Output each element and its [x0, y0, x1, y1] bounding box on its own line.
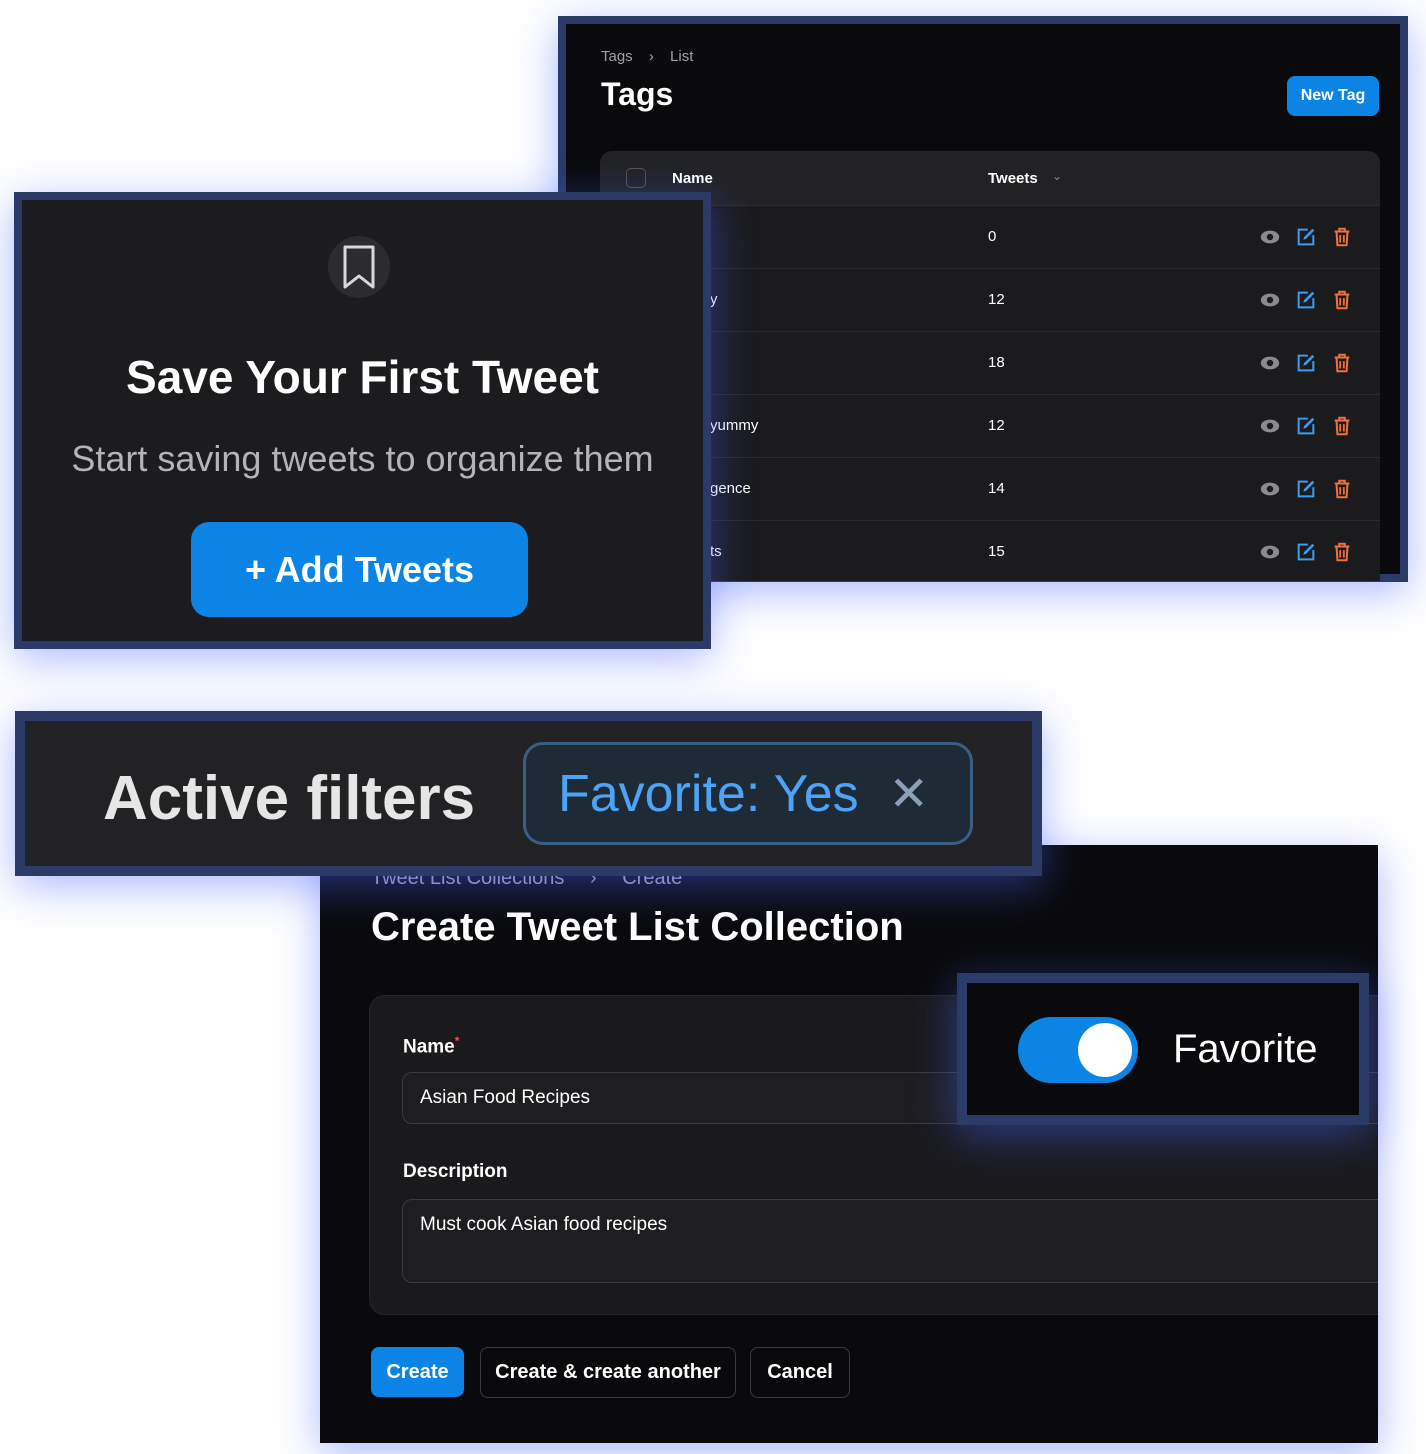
empty-subtitle: Start saving tweets to organize them [71, 438, 654, 479]
edit-icon[interactable] [1295, 415, 1317, 437]
empty-title: Save Your First Tweet [126, 351, 599, 403]
view-icon[interactable] [1259, 289, 1281, 311]
table-row: yummy 12 [600, 394, 1380, 457]
empty-state-panel: Save Your First Tweet Start saving tweet… [14, 192, 711, 649]
breadcrumb-tags[interactable]: Tags [601, 48, 633, 65]
table-row: 0 [600, 205, 1380, 268]
tag-name: y [710, 291, 718, 308]
favorite-toggle[interactable] [1018, 1017, 1138, 1083]
view-icon[interactable] [1259, 226, 1281, 248]
tweet-count: 12 [988, 291, 1005, 308]
cancel-button[interactable]: Cancel [750, 1347, 850, 1398]
tweet-count: 18 [988, 354, 1005, 371]
delete-icon[interactable] [1331, 415, 1353, 437]
column-tweets[interactable]: Tweets [988, 170, 1038, 187]
tag-name: gence [710, 480, 751, 497]
create-collection-panel: Tweet List Collections › Create Create T… [320, 845, 1378, 1443]
tag-name: ts [710, 543, 722, 560]
breadcrumb: Tags › List [601, 48, 693, 65]
edit-icon[interactable] [1295, 289, 1317, 311]
select-all-checkbox[interactable] [626, 168, 646, 188]
delete-icon[interactable] [1331, 226, 1353, 248]
favorite-toggle-panel: Favorite [957, 973, 1369, 1125]
tweet-count: 12 [988, 417, 1005, 434]
table-header: Name Tweets ⌄ [600, 151, 1380, 205]
delete-icon[interactable] [1331, 478, 1353, 500]
view-icon[interactable] [1259, 478, 1281, 500]
new-tag-button[interactable]: New Tag [1287, 76, 1379, 116]
delete-icon[interactable] [1331, 541, 1353, 563]
name-label-text: Name [403, 1036, 455, 1058]
delete-icon[interactable] [1331, 289, 1353, 311]
edit-icon[interactable] [1295, 541, 1317, 563]
add-tweets-button[interactable]: + Add Tweets [191, 522, 528, 617]
page-title: Create Tweet List Collection [371, 905, 904, 949]
view-icon[interactable] [1259, 415, 1281, 437]
description-label: Description [403, 1161, 508, 1182]
filter-chip-label: Favorite: Yes [558, 764, 859, 823]
table-row: 18 [600, 331, 1380, 394]
table-row: y 12 [600, 268, 1380, 331]
filter-chip: Favorite: Yes ✕ [523, 742, 973, 845]
tweet-count: 0 [988, 228, 997, 245]
page-title: Tags [601, 76, 674, 112]
tag-name: yummy [710, 417, 759, 434]
table-row: ts 15 [600, 520, 1380, 581]
table-row: gence 14 [600, 457, 1380, 520]
tweet-count: 15 [988, 543, 1005, 560]
filters-label: Active filters [103, 764, 476, 833]
chevron-right-icon: › [648, 48, 654, 65]
edit-icon[interactable] [1295, 478, 1317, 500]
sort-chevron-icon[interactable]: ⌄ [1052, 169, 1062, 183]
breadcrumb-list: List [670, 48, 694, 65]
delete-icon[interactable] [1331, 352, 1353, 374]
active-filters-bar: Active filters Favorite: Yes ✕ [15, 711, 1042, 876]
create-another-button[interactable]: Create & create another [480, 1347, 736, 1398]
required-marker: * [454, 1034, 460, 1048]
favorite-label: Favorite [1173, 1027, 1318, 1071]
create-button[interactable]: Create [371, 1347, 464, 1397]
view-icon[interactable] [1259, 352, 1281, 374]
close-icon[interactable]: ✕ [889, 766, 929, 822]
tags-table: Name Tweets ⌄ 0 y 12 18 yummy 12 gence 1… [600, 151, 1380, 581]
tweet-count: 14 [988, 480, 1005, 497]
description-textarea[interactable]: Must cook Asian food recipes [402, 1199, 1378, 1283]
toggle-knob [1078, 1023, 1132, 1077]
column-name[interactable]: Name [672, 170, 713, 187]
bookmark-icon [328, 236, 390, 298]
name-label: Name* [403, 1034, 459, 1058]
edit-icon[interactable] [1295, 352, 1317, 374]
view-icon[interactable] [1259, 541, 1281, 563]
edit-icon[interactable] [1295, 226, 1317, 248]
